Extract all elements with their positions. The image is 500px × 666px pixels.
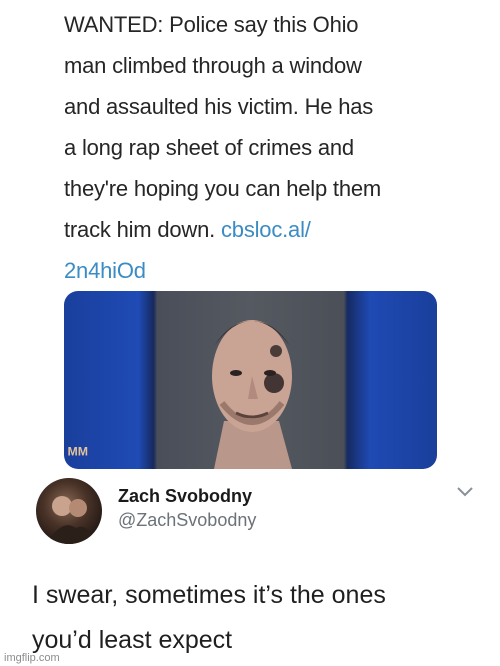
imgflip-watermark: imgflip.com <box>4 652 60 664</box>
reply-text-line: I swear, sometimes it’s the ones <box>32 581 386 609</box>
chevron-down-icon[interactable] <box>456 486 474 498</box>
photo-watermark-mark: ᴹᴹ <box>68 444 89 464</box>
reply-text-line: you’d least expect <box>32 626 233 654</box>
post-text-line: and assaulted his victim. He has <box>64 94 374 119</box>
reply-text: I swear, sometimes it’s the ones you’d l… <box>32 573 482 663</box>
reply-author-card[interactable]: Zach Svobodny @ZachSvobodny <box>28 472 478 552</box>
post-link[interactable]: cbsloc.al/ <box>221 217 311 242</box>
author-handle[interactable]: @ZachSvobodny <box>118 510 256 531</box>
mugshot-illustration <box>212 320 292 469</box>
mugshot-image[interactable]: ᴹᴹ <box>64 291 437 469</box>
post-text: WANTED: Police say this Ohio man climbed… <box>64 4 484 291</box>
avatar[interactable] <box>36 478 102 544</box>
post-text-fragment: track him down. <box>64 217 216 242</box>
post-text-line: man climbed through a window <box>64 53 362 78</box>
avatar-image <box>46 496 96 544</box>
post-link-continued[interactable]: 2n4hiOd <box>64 250 484 291</box>
post-text-line: they're hoping you can help them <box>64 176 382 201</box>
post-text-line: a long rap sheet of crimes and <box>64 135 354 160</box>
author-display-name[interactable]: Zach Svobodny <box>118 486 252 507</box>
post-text-line: WANTED: Police say this Ohio <box>64 12 359 37</box>
post-text-line-last: track him down. cbsloc.al/ <box>64 209 484 250</box>
